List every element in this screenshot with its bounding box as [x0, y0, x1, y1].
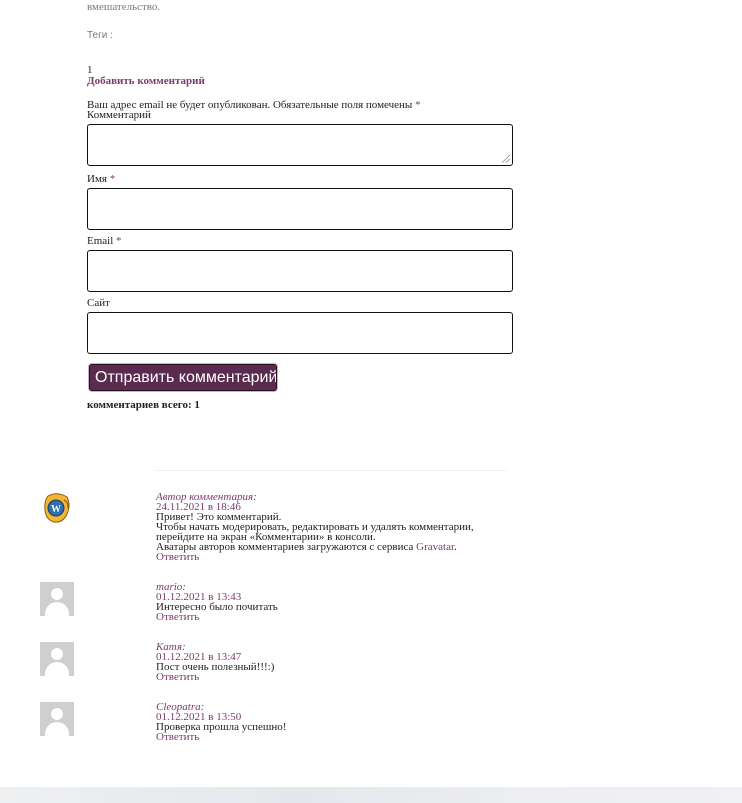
reply-link[interactable]: Ответить — [156, 732, 199, 743]
required-mark: * — [116, 235, 122, 247]
site-input[interactable] — [87, 312, 513, 354]
name-input[interactable] — [87, 188, 513, 230]
email-label-row: Email * — [87, 236, 122, 247]
reply-link[interactable]: Ответить — [156, 552, 199, 563]
wordpress-logo-avatar-icon: W — [42, 492, 72, 524]
default-avatar-icon — [40, 582, 74, 616]
name-label-row: Имя * — [87, 174, 115, 185]
comment-textarea[interactable] — [87, 124, 513, 166]
footer-band — [0, 787, 742, 803]
comment-label: Комментарий — [87, 109, 151, 121]
gravatar-link[interactable]: Gravatar — [416, 541, 454, 553]
reply-link[interactable]: Ответить — [156, 672, 199, 683]
reply-link[interactable]: Ответить — [156, 612, 199, 623]
site-label: Сайт — [87, 297, 110, 309]
svg-text:W: W — [51, 504, 61, 515]
comment-text-line: Аватары авторов комментариев загружаются… — [156, 541, 457, 553]
submit-comment-button[interactable]: Отправить комментарий — [89, 364, 277, 391]
required-mark: * — [415, 99, 421, 111]
resize-handle-icon[interactable] — [502, 155, 510, 163]
post-trailing-text: вмешательство. — [87, 1, 161, 13]
comments-total: комментариев всего: 1 — [87, 399, 200, 411]
comment-form-title: Добавить комментарий — [87, 75, 205, 87]
comments-divider — [156, 470, 506, 471]
required-mark: * — [109, 173, 116, 185]
email-input[interactable] — [87, 250, 513, 292]
default-avatar-icon — [40, 702, 74, 736]
email-label: Email — [87, 235, 114, 247]
post-tags: Теги : — [87, 30, 113, 41]
name-label: Имя — [87, 173, 107, 185]
default-avatar-icon — [40, 642, 74, 676]
